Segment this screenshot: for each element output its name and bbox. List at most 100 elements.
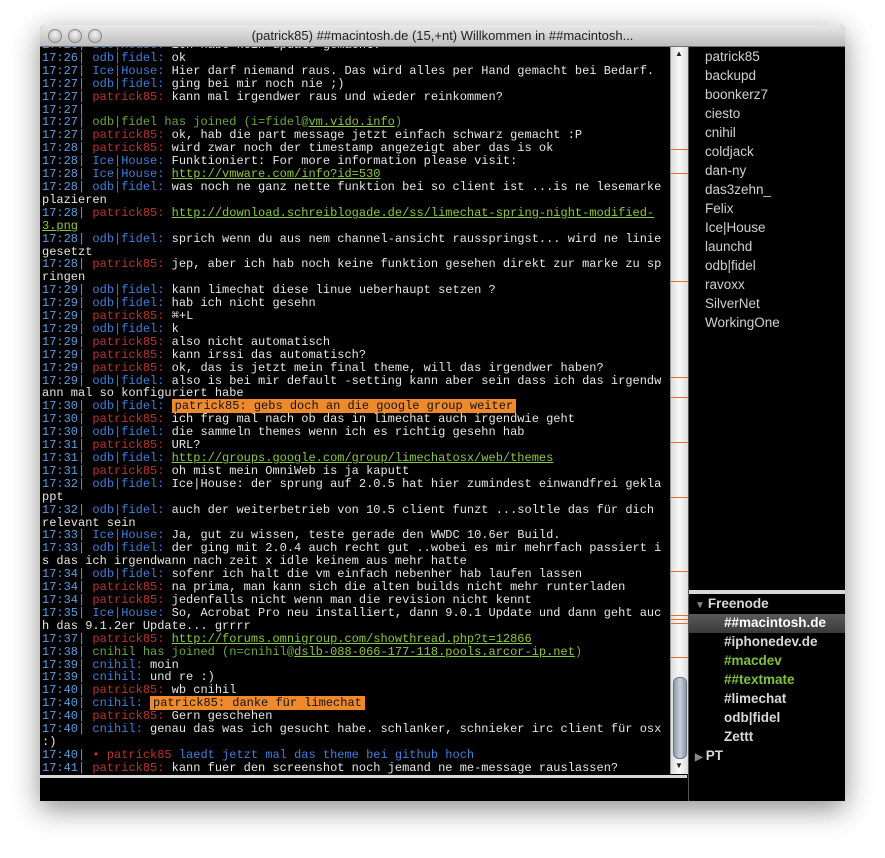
- member-item[interactable]: coldjack: [705, 144, 754, 159]
- nick[interactable]: patrick85:: [92, 90, 171, 104]
- nick[interactable]: Ice|House:: [92, 528, 171, 542]
- nick[interactable]: patrick85:: [92, 632, 171, 646]
- nick[interactable]: patrick85:: [92, 412, 171, 426]
- nick[interactable]: patrick85:: [92, 361, 171, 375]
- nick[interactable]: odb|fidel:: [92, 322, 171, 336]
- message-text: kann mal irgendwer raus und wieder reink…: [171, 89, 503, 104]
- member-item[interactable]: boonkerz7: [705, 87, 768, 102]
- nick[interactable]: odb|fidel:: [92, 51, 171, 65]
- server-node[interactable]: ▶ PT: [695, 748, 723, 763]
- nick[interactable]: patrick85:: [92, 206, 171, 220]
- channel-item[interactable]: Zettt: [689, 728, 845, 747]
- nick[interactable]: odb|fidel:: [92, 180, 171, 194]
- chat-line: 17:28| patrick85: jep, aber ich hab noch…: [42, 258, 668, 284]
- nick[interactable]: Ice|House:: [92, 167, 171, 181]
- nick[interactable]: cnihil:: [92, 670, 150, 684]
- nick[interactable]: patrick85:: [92, 761, 171, 774]
- link[interactable]: http://groups.google.com/group/limechato…: [172, 451, 554, 465]
- chat-line: 17:28| odb|fidel: sprich wenn du aus nem…: [42, 232, 668, 259]
- nick[interactable]: patrick85:: [92, 348, 171, 362]
- nick[interactable]: odb|fidel:: [92, 503, 171, 517]
- scroll-up-icon[interactable]: ▲: [675, 49, 683, 58]
- timestamp: 17:30|: [42, 425, 93, 440]
- link[interactable]: http://vmware.com/info?id=530: [172, 167, 381, 181]
- member-item[interactable]: SilverNet: [705, 296, 760, 311]
- member-item[interactable]: backupd: [705, 68, 756, 83]
- member-item[interactable]: launchd: [705, 239, 752, 254]
- split-divider[interactable]: [689, 590, 845, 594]
- member-item[interactable]: odb|fidel: [705, 258, 756, 273]
- server-node[interactable]: ▼ Freenode: [695, 596, 769, 611]
- nick[interactable]: odb|fidel:: [92, 567, 171, 581]
- nick[interactable]: odb|fidel:: [92, 296, 171, 310]
- link[interactable]: vm.vido.info: [308, 115, 394, 129]
- message-text: ok, hab die part message jetzt einfach s…: [171, 128, 583, 143]
- channel-item[interactable]: #iphonedev.de: [689, 633, 845, 652]
- nick[interactable]: patrick85:: [92, 128, 171, 142]
- nick[interactable]: odb|fidel:: [92, 283, 171, 297]
- nick[interactable]: patrick85:: [92, 309, 171, 323]
- nick[interactable]: patrick85:: [92, 335, 171, 349]
- timestamp: 17:27|: [42, 89, 93, 104]
- chat-lines: 17:26| Ice|House: ich habe kein update g…: [42, 47, 668, 774]
- nick[interactable]: odb|fidel:: [92, 425, 171, 439]
- member-item[interactable]: dan-ny: [705, 163, 746, 178]
- chat-scrollbar[interactable]: ▲ ▼: [670, 47, 688, 774]
- nick[interactable]: patrick85:: [92, 464, 171, 478]
- message-text: oh mist mein OmniWeb is ja kaputt: [171, 463, 410, 478]
- disclosure-closed-icon[interactable]: ▶: [695, 752, 703, 763]
- member-item[interactable]: ciesto: [705, 106, 740, 121]
- channel-name: #iphonedev.de: [724, 634, 818, 649]
- member-item[interactable]: patrick85: [705, 49, 760, 64]
- channel-item[interactable]: ##macintosh.de: [689, 614, 845, 633]
- nick[interactable]: odb|fidel:: [92, 477, 171, 491]
- nick[interactable]: patrick85:: [92, 141, 171, 155]
- scroll-marker: [671, 397, 688, 398]
- nick[interactable]: odb|fidel:: [92, 232, 171, 246]
- timestamp: 17:41|: [42, 760, 93, 774]
- member-item[interactable]: cnihil: [705, 125, 736, 140]
- server-name: Freenode: [707, 596, 769, 611]
- link[interactable]: http://forums.omnigroup.com/showthread.p…: [172, 632, 532, 646]
- nick[interactable]: cnihil:: [92, 696, 150, 710]
- scroll-down-icon[interactable]: ▼: [675, 761, 683, 770]
- member-item[interactable]: Ice|House: [705, 220, 766, 235]
- scroll-thumb[interactable]: [673, 677, 687, 759]
- nick[interactable]: patrick85:: [92, 257, 171, 271]
- member-item[interactable]: ravoxx: [705, 277, 745, 292]
- nick[interactable]: odb|fidel:: [92, 541, 171, 555]
- message-input[interactable]: [40, 775, 687, 801]
- scroll-marker: [671, 442, 688, 443]
- timestamp: 17:33|: [42, 528, 93, 543]
- nick[interactable]: • patrick85: [92, 748, 178, 762]
- nick[interactable]: patrick85:: [92, 683, 171, 697]
- highlighted-message: patrick85: gebs doch an die google group…: [171, 399, 517, 414]
- nick[interactable]: odb|fidel:: [92, 77, 171, 91]
- nick[interactable]: Ice|House:: [92, 606, 171, 620]
- disclosure-open-icon[interactable]: ▼: [695, 600, 705, 611]
- message-text: kann fuer den screenshot noch jemand ne …: [171, 760, 619, 774]
- nick[interactable]: odb|fidel:: [92, 451, 171, 465]
- message-text: ok: [171, 50, 187, 65]
- member-item[interactable]: Felix: [705, 201, 734, 216]
- nick[interactable]: patrick85:: [92, 438, 171, 452]
- channel-item[interactable]: #macdev: [689, 652, 845, 671]
- channel-item[interactable]: ##textmate: [689, 671, 845, 690]
- nick[interactable]: odb|fidel:: [92, 374, 171, 388]
- timestamp: 17:28|: [42, 179, 93, 194]
- nick[interactable]: cnihil:: [92, 658, 150, 672]
- nick[interactable]: patrick85:: [92, 593, 171, 607]
- channel-item[interactable]: #limechat: [689, 690, 845, 709]
- nick[interactable]: patrick85:: [92, 709, 171, 723]
- nick[interactable]: patrick85:: [92, 580, 171, 594]
- channel-item[interactable]: odb|fidel: [689, 709, 845, 728]
- member-item[interactable]: das3zehn_: [705, 182, 771, 197]
- channel-name: ##macintosh.de: [724, 615, 827, 630]
- message-text: na prima, man kann sich die alten builds…: [171, 580, 626, 595]
- member-item[interactable]: WorkingOne: [705, 315, 780, 330]
- nick[interactable]: cnihil:: [92, 722, 150, 736]
- nick[interactable]: odb|fidel:: [92, 399, 171, 413]
- nick[interactable]: Ice|House:: [92, 154, 171, 168]
- link[interactable]: dslb-088-066-177-118.pools.arcor-ip.net: [294, 645, 575, 659]
- nick[interactable]: Ice|House:: [92, 64, 171, 78]
